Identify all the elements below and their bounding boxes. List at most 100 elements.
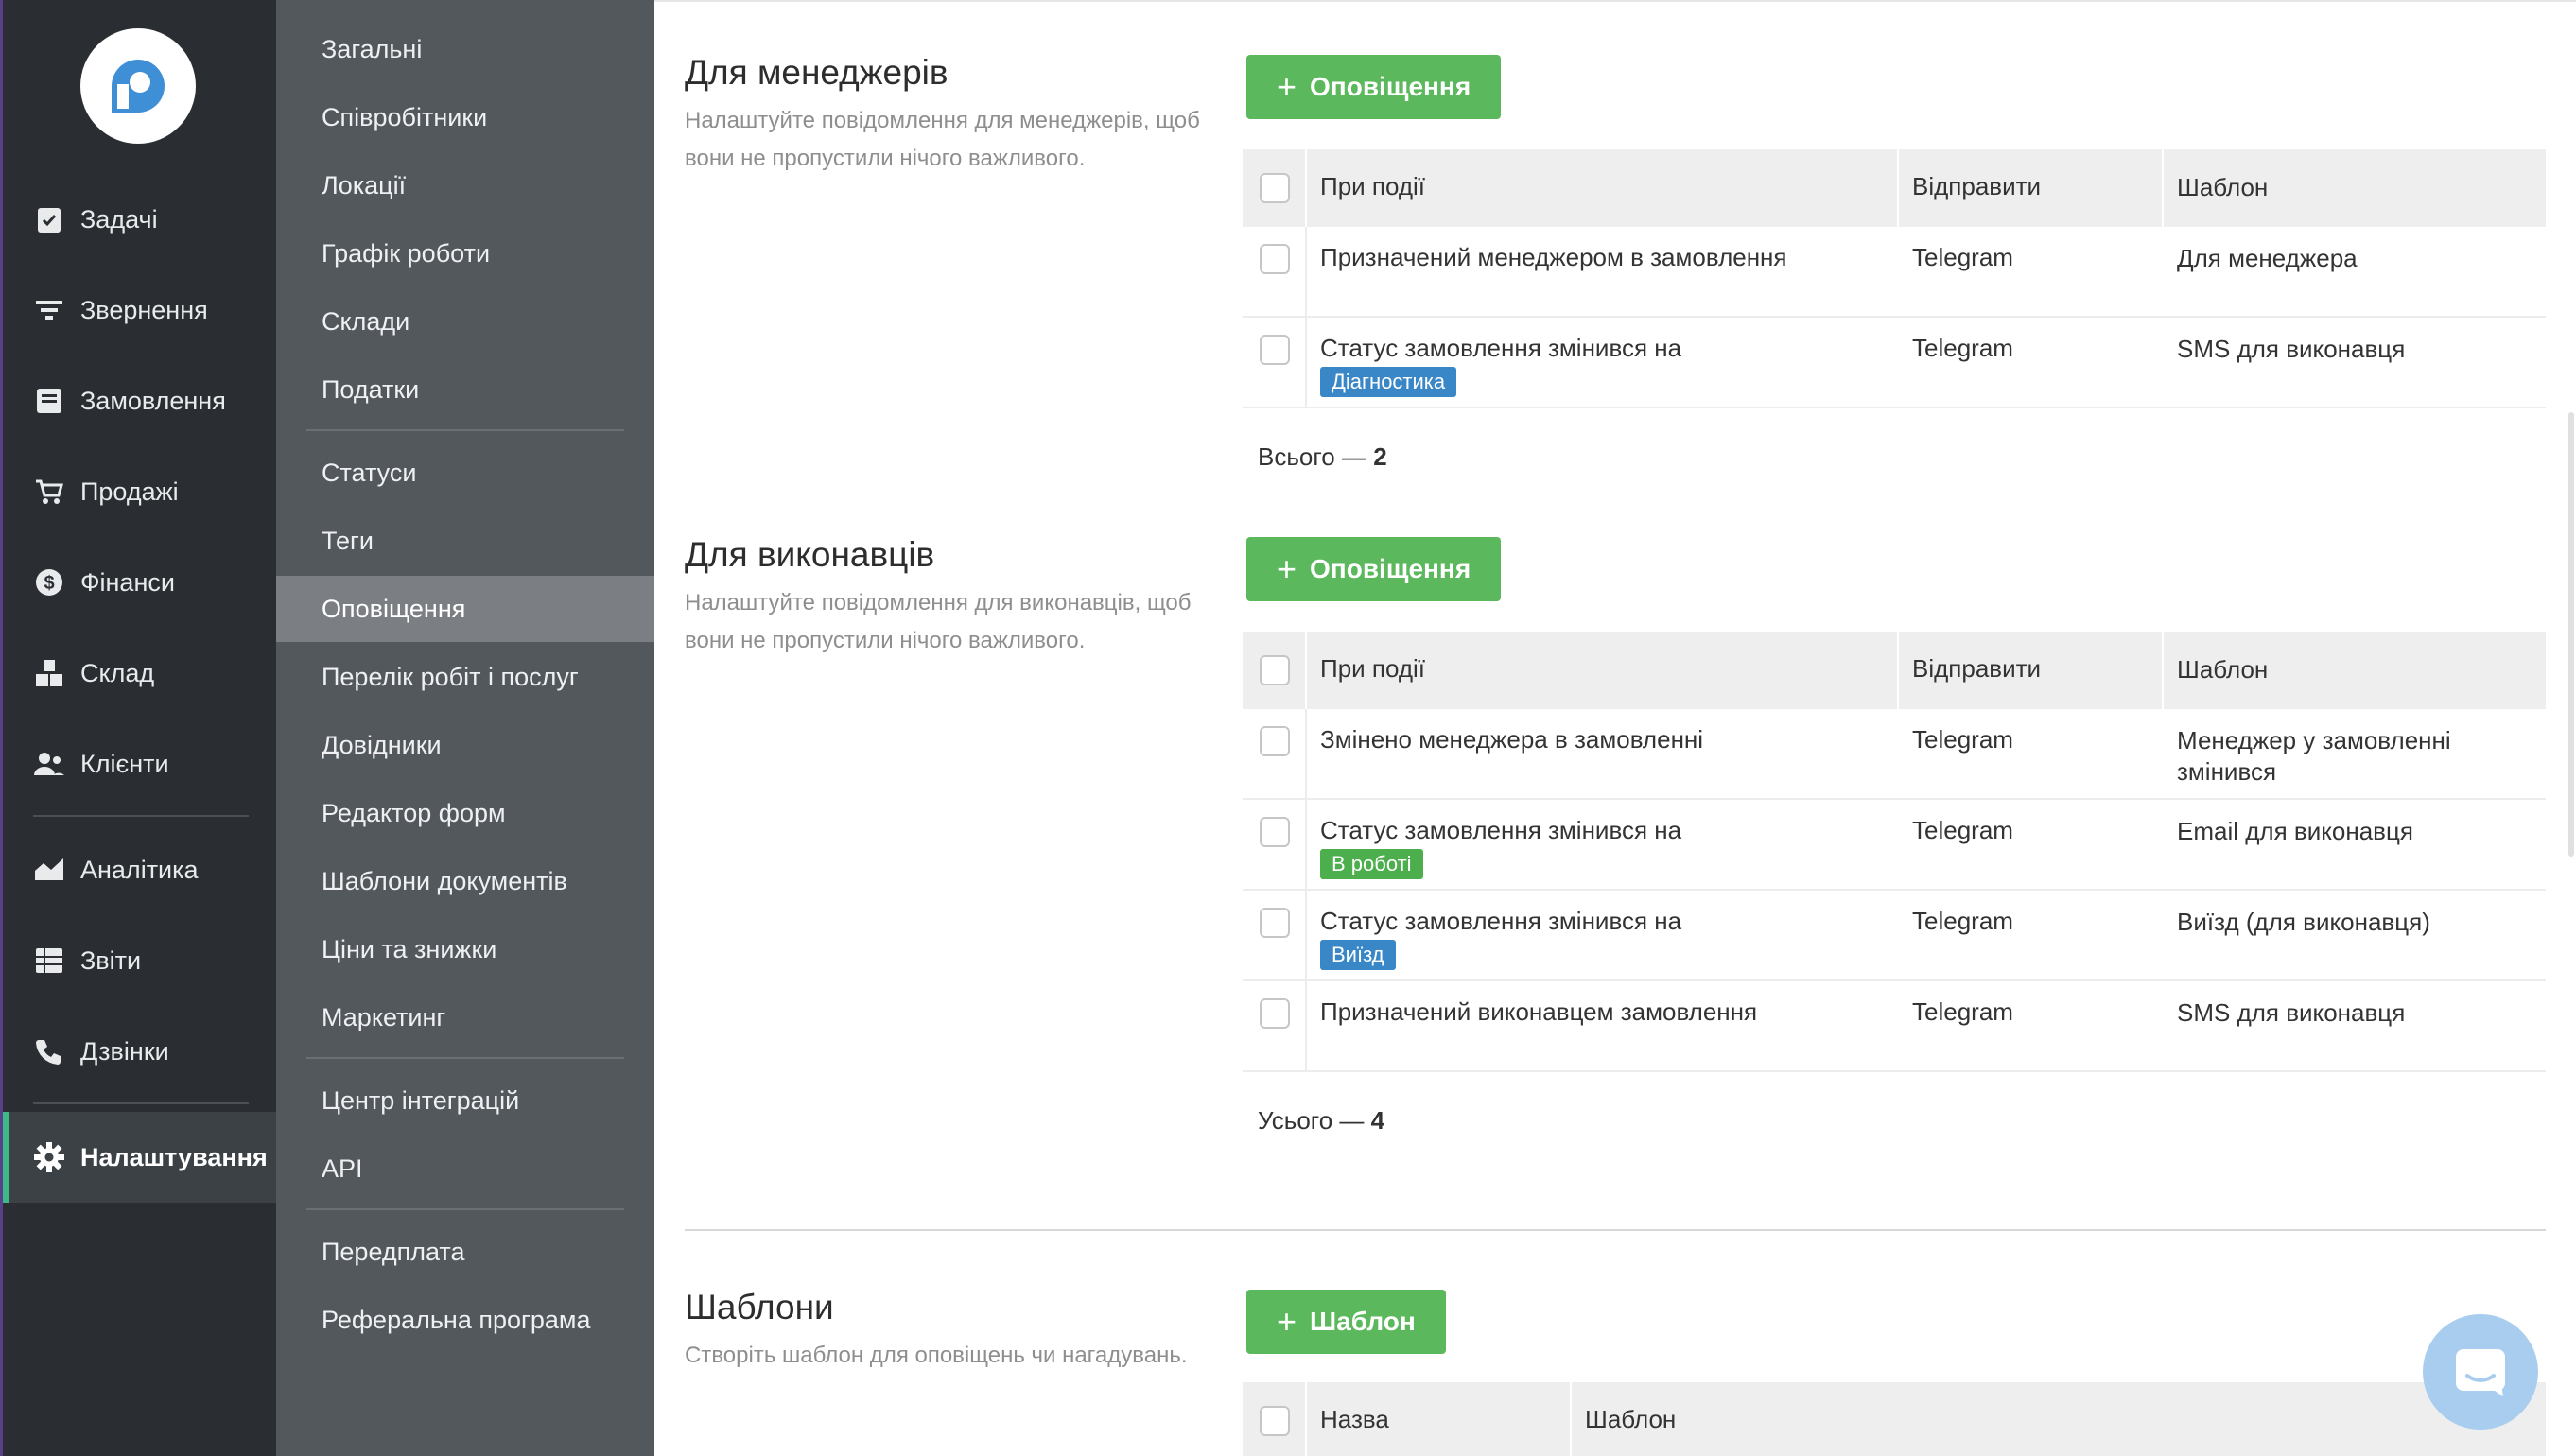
- row-template[interactable]: SMS для виконавця: [2177, 334, 2536, 365]
- submenu-item-referral[interactable]: Реферальна програма: [276, 1287, 654, 1353]
- nav-item-finance[interactable]: $ Фінанси: [3, 537, 276, 628]
- row-send: Telegram: [1912, 997, 2013, 1026]
- nav-item-label: Налаштування: [80, 1142, 268, 1171]
- table-row[interactable]: Призначений менеджером в замовлення Tele…: [1243, 227, 2546, 318]
- section-title-templates: Шаблони: [685, 1288, 834, 1326]
- row-template[interactable]: Email для виконавця: [2177, 816, 2536, 847]
- row-checkbox[interactable]: [1260, 726, 1290, 756]
- nav-item-analytics[interactable]: Аналітика: [3, 824, 276, 915]
- header-send: Відправити: [1912, 172, 2042, 200]
- submenu-item-marketing[interactable]: Маркетинг: [276, 984, 654, 1050]
- nav-item-sales[interactable]: Продажі: [3, 446, 276, 537]
- add-executor-notification-button[interactable]: + Оповіщення: [1246, 537, 1502, 601]
- select-all-checkbox[interactable]: [1260, 1406, 1290, 1436]
- submenu-item-prices[interactable]: Ціни та знижки: [276, 916, 654, 982]
- table-row[interactable]: Статус замовлення змінився на Діагностик…: [1243, 318, 2546, 408]
- submenu-item-notifications[interactable]: Оповіщення: [276, 576, 654, 642]
- table-row[interactable]: Призначений виконавцем замовлення Telegr…: [1243, 981, 2546, 1072]
- app-logo[interactable]: [80, 28, 196, 144]
- submenu-item-locations[interactable]: Локації: [276, 152, 654, 218]
- nav-item-calls[interactable]: Дзвінки: [3, 1006, 276, 1097]
- submenu-item-api[interactable]: API: [276, 1135, 654, 1202]
- submenu-item-taxes[interactable]: Податки: [276, 356, 654, 423]
- submenu-item-employees[interactable]: Співробітники: [276, 84, 654, 150]
- add-manager-notification-button[interactable]: + Оповіщення: [1246, 55, 1502, 119]
- submenu-item-statuses[interactable]: Статуси: [276, 440, 654, 506]
- nav-item-reports[interactable]: Звіти: [3, 915, 276, 1006]
- submenu-label: Оповіщення: [322, 594, 466, 623]
- row-template[interactable]: Менеджер у замовленні змінився: [2177, 725, 2536, 788]
- header-event: При події: [1320, 654, 1426, 683]
- table-row[interactable]: Статус замовлення змінився на В роботі T…: [1243, 800, 2546, 891]
- select-all-checkbox[interactable]: [1260, 173, 1290, 203]
- submenu-item-subscription[interactable]: Передплата: [276, 1219, 654, 1285]
- table-header: Назва Шаблон: [1243, 1382, 2546, 1456]
- nav-item-label: Замовлення: [80, 386, 226, 415]
- submenu-item-form-editor[interactable]: Редактор форм: [276, 780, 654, 846]
- row-template[interactable]: SMS для виконавця: [2177, 997, 2536, 1029]
- main-content: Для менеджерів Налаштуйте повідомлення д…: [654, 0, 2576, 1456]
- row-send: Telegram: [1912, 243, 2013, 271]
- submenu-label: Ціни та знижки: [322, 934, 497, 963]
- status-badge: Виїзд: [1320, 940, 1396, 970]
- submenu-label: Передплата: [322, 1237, 465, 1266]
- row-checkbox[interactable]: [1260, 244, 1290, 274]
- submenu-label: Редактор форм: [322, 798, 506, 827]
- button-label: Оповіщення: [1310, 554, 1471, 583]
- row-event: Статус замовлення змінився на Виїзд: [1320, 907, 1681, 970]
- row-template[interactable]: Для менеджера: [2177, 243, 2536, 274]
- chat-widget-button[interactable]: [2423, 1314, 2538, 1430]
- row-send: Telegram: [1912, 334, 2013, 362]
- managers-total: Всього — 2: [1258, 442, 1387, 472]
- row-checkbox[interactable]: [1260, 335, 1290, 365]
- nav-item-label: Звернення: [80, 295, 208, 324]
- submenu-label: Теги: [322, 526, 374, 555]
- row-event: Статус замовлення змінився на Діагностик…: [1320, 334, 1681, 397]
- submenu-label: API: [322, 1153, 363, 1183]
- header-name: Назва: [1320, 1405, 1389, 1433]
- row-template[interactable]: Виїзд (для виконавця): [2177, 907, 2536, 938]
- table-row[interactable]: Змінено менеджера в замовленні Telegram …: [1243, 709, 2546, 800]
- submenu-label: Графік роботи: [322, 238, 491, 268]
- reports-icon: [33, 945, 65, 977]
- submenu-label: Реферальна програма: [322, 1305, 591, 1334]
- table-row[interactable]: Статус замовлення змінився на Виїзд Tele…: [1243, 891, 2546, 981]
- row-event: Призначений менеджером в замовлення: [1320, 243, 1787, 271]
- submenu-item-schedule[interactable]: Графік роботи: [276, 220, 654, 286]
- nav-item-tasks[interactable]: Задачі: [3, 174, 276, 265]
- submenu-item-integrations[interactable]: Центр інтеграцій: [276, 1067, 654, 1134]
- nav-item-settings[interactable]: Налаштування: [3, 1112, 276, 1203]
- nav-item-label: Задачі: [80, 204, 158, 234]
- submenu-item-general[interactable]: Загальні: [276, 16, 654, 82]
- nav-item-orders[interactable]: Замовлення: [3, 355, 276, 446]
- submenu-item-services[interactable]: Перелік робіт і послуг: [276, 644, 654, 710]
- select-all-checkbox[interactable]: [1260, 655, 1290, 685]
- nav-item-clients[interactable]: Клієнти: [3, 719, 276, 809]
- scrollbar[interactable]: [2568, 412, 2574, 857]
- status-badge: В роботі: [1320, 849, 1423, 879]
- row-event: Призначений виконавцем замовлення: [1320, 997, 1758, 1026]
- submenu-item-directories[interactable]: Довідники: [276, 712, 654, 778]
- total-label: Всього —: [1258, 442, 1366, 471]
- submenu-item-warehouses[interactable]: Склади: [276, 288, 654, 355]
- row-event: Змінено менеджера в замовленні: [1320, 725, 1704, 754]
- nav-item-warehouse[interactable]: Склад: [3, 628, 276, 719]
- header-template: Шаблон: [2177, 655, 2269, 684]
- warehouse-icon: [33, 657, 65, 689]
- submenu-label: Співробітники: [322, 102, 488, 131]
- row-checkbox[interactable]: [1260, 817, 1290, 847]
- nav-item-label: Дзвінки: [80, 1036, 169, 1066]
- gear-icon: [33, 1141, 65, 1173]
- nav-item-requests[interactable]: Звернення: [3, 265, 276, 355]
- row-checkbox[interactable]: [1260, 908, 1290, 938]
- nav-item-label: Аналітика: [80, 855, 199, 884]
- add-template-button[interactable]: + Шаблон: [1246, 1290, 1446, 1354]
- table-header: При події Відправити Шаблон: [1243, 632, 2546, 709]
- nav-item-label: Склад: [80, 658, 155, 687]
- submenu-divider: [306, 1208, 624, 1210]
- total-count: 2: [1373, 442, 1387, 471]
- section-divider: [685, 1229, 2546, 1231]
- row-checkbox[interactable]: [1260, 998, 1290, 1029]
- submenu-item-doc-templates[interactable]: Шаблони документів: [276, 848, 654, 914]
- submenu-item-tags[interactable]: Теги: [276, 508, 654, 574]
